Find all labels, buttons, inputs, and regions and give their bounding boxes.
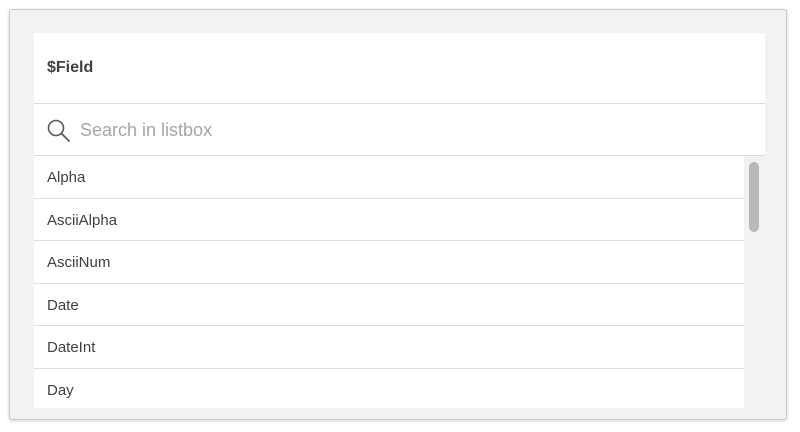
listbox-title: $Field bbox=[47, 59, 94, 76]
listbox-frame: $Field Alpha AsciiAlpha AsciiNum Dat bbox=[9, 9, 787, 420]
list-item-label: AsciiAlpha bbox=[47, 211, 118, 229]
list-item-label: Date bbox=[47, 296, 79, 314]
listbox-header: $Field bbox=[34, 33, 765, 104]
list-item-label: DateInt bbox=[47, 339, 96, 356]
list-item-asciinum[interactable]: AsciiNum bbox=[34, 241, 744, 284]
list-item-date[interactable]: Date bbox=[34, 283, 744, 326]
listbox-items: Alpha AsciiAlpha AsciiNum Date DateInt D… bbox=[34, 156, 744, 408]
list-item-day[interactable]: Day bbox=[34, 368, 744, 408]
search-icon bbox=[46, 118, 72, 144]
listbox-panel: $Field Alpha AsciiAlpha AsciiNum Dat bbox=[34, 33, 765, 408]
list-item-label: AsciiNum bbox=[47, 254, 111, 271]
list-item-dateint[interactable]: DateInt bbox=[34, 326, 744, 369]
listbox-search-bar[interactable] bbox=[34, 104, 765, 156]
scrollbar-thumb[interactable] bbox=[749, 162, 759, 232]
search-input[interactable] bbox=[80, 117, 740, 143]
list-item-asciialpha[interactable]: AsciiAlpha bbox=[34, 198, 744, 241]
list-item-label: Alpha bbox=[47, 169, 86, 186]
list-item-alpha[interactable]: Alpha bbox=[34, 156, 744, 199]
scrollbar-track[interactable] bbox=[744, 156, 765, 408]
list-item-label: Day bbox=[47, 381, 74, 399]
